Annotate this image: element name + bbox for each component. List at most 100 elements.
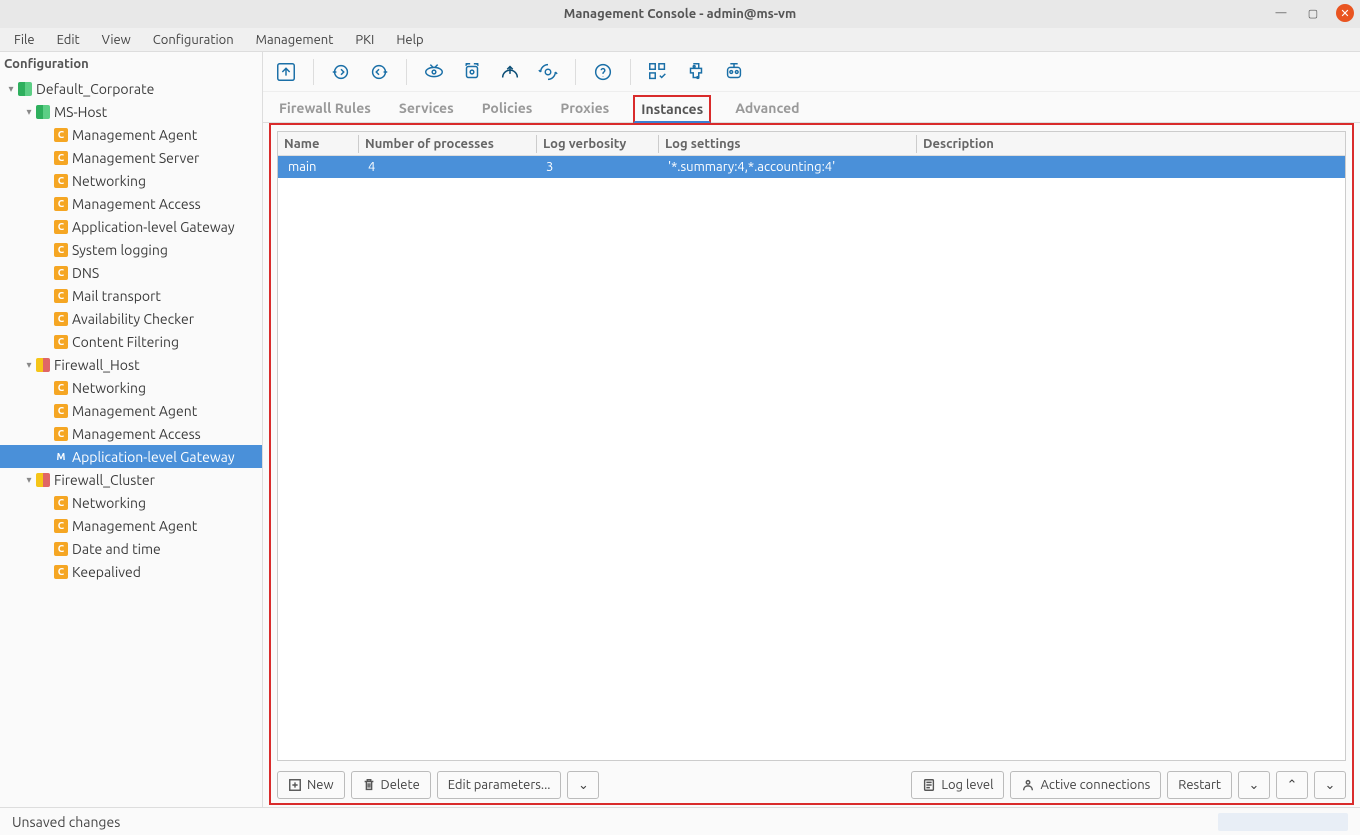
tree-item[interactable]: CSystem logging	[0, 238, 262, 261]
tree-item[interactable]: ▾Default_Corporate	[0, 77, 262, 100]
active-connections-button[interactable]: Active connections	[1010, 771, 1161, 799]
tab-firewall-rules[interactable]: Firewall Rules	[275, 94, 375, 122]
tree-item[interactable]: CNetworking	[0, 376, 262, 399]
sync-out-icon[interactable]	[364, 57, 394, 87]
tree-item[interactable]: C Availability Checker	[0, 307, 262, 330]
col-description[interactable]: Description	[916, 135, 1345, 153]
tree-item[interactable]: CContent Filtering	[0, 330, 262, 353]
sidebar: Configuration ▾Default_Corporate▾MS-Host…	[0, 52, 263, 807]
close-button[interactable]: ✕	[1336, 4, 1354, 22]
menu-edit[interactable]: Edit	[47, 31, 90, 49]
tree-item-label: Management Agent	[72, 518, 197, 534]
tab-services[interactable]: Services	[395, 94, 458, 122]
tree-item[interactable]: CMail transport	[0, 284, 262, 307]
expand-caret-icon[interactable]: ▾	[22, 359, 36, 371]
col-name[interactable]: Name	[278, 135, 358, 153]
tree-item[interactable]: CNetworking	[0, 169, 262, 192]
tree-item[interactable]: ▾Firewall_Cluster	[0, 468, 262, 491]
tree-item-label: MS-Host	[54, 104, 107, 120]
tree-item-label: Management Access	[72, 426, 201, 442]
cell: main	[278, 160, 358, 174]
python-icon[interactable]	[681, 57, 711, 87]
tree-item-label: Availability Checker	[72, 311, 194, 327]
minimize-button[interactable]: —	[1272, 4, 1290, 22]
active-label: Active connections	[1040, 778, 1150, 792]
restart-dropdown-button[interactable]: ⌄	[1238, 771, 1270, 799]
menubar: File Edit View Configuration Management …	[0, 28, 1360, 52]
edit-parameters-button[interactable]: Edit parameters...	[437, 771, 562, 799]
tree-item-label: Networking	[72, 380, 146, 396]
tree-item[interactable]: CManagement Access	[0, 192, 262, 215]
upload-gear-icon[interactable]	[495, 57, 525, 87]
apps-check-icon[interactable]	[643, 57, 673, 87]
expand-caret-icon[interactable]: ▾	[22, 474, 36, 486]
menu-management[interactable]: Management	[246, 31, 344, 49]
expand-caret-icon[interactable]: ▾	[4, 83, 18, 95]
component-icon: C	[54, 496, 68, 510]
delete-button[interactable]: Delete	[351, 771, 431, 799]
table-row[interactable]: main43'*.summary:4,*.accounting:4'	[278, 156, 1345, 178]
component-icon: C	[54, 312, 68, 326]
window-title: Management Console - admin@ms-vm	[0, 7, 1360, 21]
restart-button[interactable]: Restart	[1167, 771, 1232, 799]
tab-proxies[interactable]: Proxies	[556, 94, 613, 122]
tree-item[interactable]: ▾ Firewall_Host	[0, 353, 262, 376]
tabbar: Firewall Rules Services Policies Proxies…	[263, 92, 1360, 123]
host-icon	[36, 358, 50, 372]
tree-item[interactable]: CApplication-level Gateway	[0, 215, 262, 238]
tree-item[interactable]: C Management Agent	[0, 514, 262, 537]
move-down-button[interactable]: ⌄	[1314, 771, 1346, 799]
component-icon: C	[54, 335, 68, 349]
expand-caret-icon[interactable]: ▾	[22, 106, 36, 118]
help-cycle-icon[interactable]	[588, 57, 618, 87]
connection-icon	[1021, 778, 1035, 792]
col-processes[interactable]: Number of processes	[358, 135, 536, 153]
tree-item[interactable]: MApplication-level Gateway	[0, 445, 262, 468]
menu-pki[interactable]: PKI	[345, 31, 384, 49]
tab-policies[interactable]: Policies	[478, 94, 537, 122]
tree-item[interactable]: CKeepalived	[0, 560, 262, 583]
tree-item[interactable]: ▾ MS-Host	[0, 100, 262, 123]
menu-configuration[interactable]: Configuration	[143, 31, 244, 49]
view-toggle-icon[interactable]	[419, 57, 449, 87]
menu-file[interactable]: File	[4, 31, 45, 49]
menu-help[interactable]: Help	[386, 31, 433, 49]
component-icon: C	[54, 427, 68, 441]
tree-item-label: Firewall_Host	[54, 357, 140, 373]
tree-item[interactable]: CManagement Server	[0, 146, 262, 169]
instances-panel: Name Number of processes Log verbosity L…	[269, 123, 1354, 805]
trash-icon	[362, 778, 376, 792]
log-level-button[interactable]: Log level	[911, 771, 1004, 799]
tree-item[interactable]: C Management Access	[0, 422, 262, 445]
tree-item-label: Networking	[72, 495, 146, 511]
toolbar	[263, 52, 1360, 92]
maximize-button[interactable]: ▢	[1304, 4, 1322, 22]
instances-table[interactable]: Name Number of processes Log verbosity L…	[277, 131, 1346, 761]
gear-cycle-icon[interactable]	[533, 57, 563, 87]
gear-swap-icon[interactable]	[457, 57, 487, 87]
tab-advanced[interactable]: Advanced	[731, 94, 803, 122]
col-settings[interactable]: Log settings	[658, 135, 916, 153]
component-icon: C	[54, 519, 68, 533]
sync-in-icon[interactable]	[326, 57, 356, 87]
component-icon: C	[54, 404, 68, 418]
tree-item[interactable]: CDNS	[0, 261, 262, 284]
move-up-button[interactable]: ⌃	[1276, 771, 1308, 799]
chevron-down-icon: ⌄	[578, 778, 589, 793]
menu-view[interactable]: View	[92, 31, 141, 49]
tree-item[interactable]: CManagement Agent	[0, 123, 262, 146]
tree-item[interactable]: CDate and time	[0, 537, 262, 560]
tree-item-label: Application-level Gateway	[72, 449, 235, 465]
nav-back-icon[interactable]	[271, 57, 301, 87]
robot-icon[interactable]	[719, 57, 749, 87]
tree-item-label: Keepalived	[72, 564, 141, 580]
tab-instances[interactable]: Instances	[633, 95, 711, 123]
log-level-label: Log level	[941, 778, 993, 792]
col-verbosity[interactable]: Log verbosity	[536, 135, 658, 153]
edit-dropdown-button[interactable]: ⌄	[567, 771, 599, 799]
tree-item[interactable]: CManagement Agent	[0, 399, 262, 422]
titlebar: Management Console - admin@ms-vm — ▢ ✕	[0, 0, 1360, 28]
new-button[interactable]: New	[277, 771, 345, 799]
tree-item[interactable]: C Networking	[0, 491, 262, 514]
config-tree[interactable]: ▾Default_Corporate▾MS-HostCManagement Ag…	[0, 77, 262, 807]
